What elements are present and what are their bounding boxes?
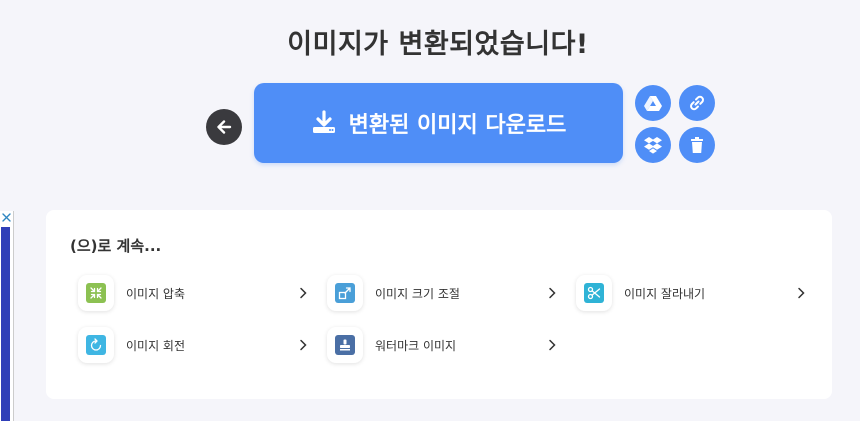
option-label: 이미지 회전 [126, 338, 186, 353]
trash-icon [691, 137, 703, 153]
option-label: 이미지 압축 [126, 286, 186, 301]
option-label: 이미지 크기 조절 [375, 286, 460, 301]
ad-strip [0, 211, 14, 421]
ad-banner[interactable] [1, 227, 10, 421]
stamp-icon [335, 335, 355, 355]
chevron-right-icon [298, 339, 308, 351]
back-button[interactable] [206, 109, 242, 145]
compress-icon [86, 283, 106, 303]
download-button[interactable]: 변환된 이미지 다운로드 [254, 83, 623, 163]
continue-panel: (으)로 계속... 이미지 압축 이미지 크기 조절 이미지 잘라내기 이미지… [46, 210, 832, 399]
chevron-right-icon [547, 287, 557, 299]
page-title: 이미지가 변환되었습니다! [287, 29, 589, 60]
option-label: 이미지 잘라내기 [624, 286, 706, 301]
option-label: 워터마크 이미지 [375, 338, 457, 353]
continue-heading: (으)로 계속... [70, 237, 162, 255]
link-button[interactable] [679, 85, 715, 121]
ad-close-button[interactable] [0, 211, 13, 224]
arrow-left-icon [217, 120, 232, 134]
continue-option-resize[interactable]: 이미지 크기 조절 [327, 273, 557, 313]
chevron-right-icon [796, 287, 806, 299]
delete-button[interactable] [679, 127, 715, 163]
chevron-right-icon [298, 287, 308, 299]
link-icon [690, 95, 704, 111]
continue-option-compress[interactable]: 이미지 압축 [78, 273, 308, 313]
dropbox-icon [644, 137, 662, 154]
continue-option-watermark[interactable]: 워터마크 이미지 [327, 325, 557, 365]
rotate-icon [86, 335, 106, 355]
scissors-icon [584, 283, 604, 303]
google-drive-button[interactable] [635, 85, 671, 121]
download-icon [312, 110, 335, 133]
resize-icon [335, 283, 355, 303]
chevron-right-icon [547, 339, 557, 351]
continue-option-rotate[interactable]: 이미지 회전 [78, 325, 308, 365]
dropbox-button[interactable] [635, 127, 671, 163]
continue-option-crop[interactable]: 이미지 잘라내기 [576, 273, 806, 313]
download-label: 변환된 이미지 다운로드 [348, 113, 567, 138]
close-icon [2, 213, 11, 222]
google-drive-icon [644, 96, 662, 111]
